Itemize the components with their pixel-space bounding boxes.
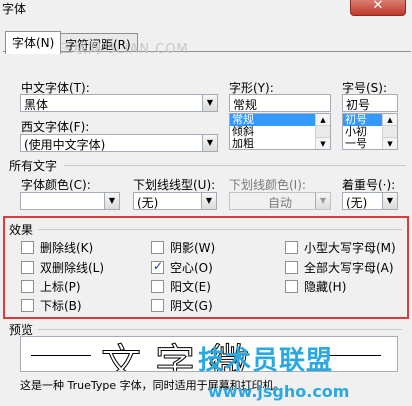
watermark-logo: 技术员联盟 — [198, 346, 334, 376]
watermark-url: www.jsgho.com — [208, 382, 350, 401]
dialog-title: 字体 — [2, 2, 27, 16]
close-button[interactable]: ✕ — [350, 0, 406, 16]
close-icon: ✕ — [372, 0, 384, 13]
watermark-text: 三联网 3LIAN.COM — [60, 42, 189, 57]
tab-font[interactable]: 字体(N) — [5, 31, 62, 54]
